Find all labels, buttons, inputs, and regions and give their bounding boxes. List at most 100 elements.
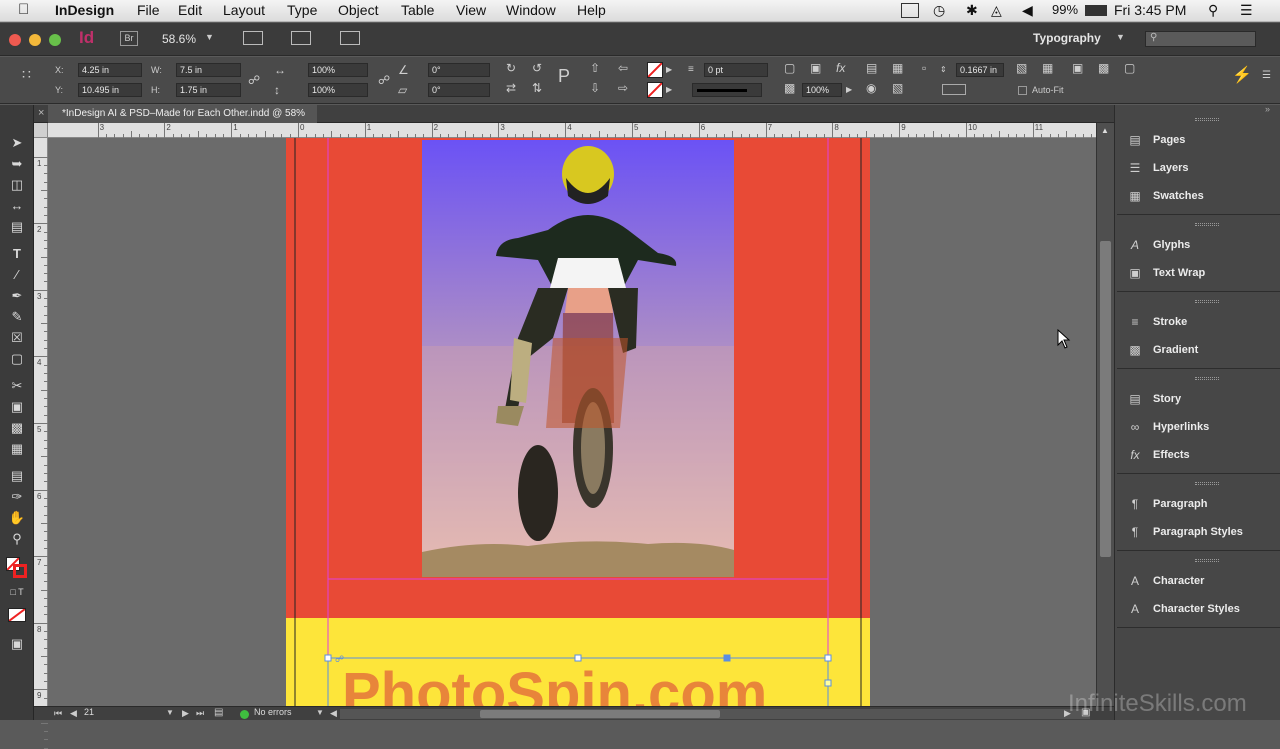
select-previous-icon[interactable]: ⇦ [618, 61, 628, 75]
selection-handle-mr[interactable] [824, 679, 832, 687]
screen-mode-tool-icon[interactable]: ▣ [7, 635, 27, 653]
pasteboard[interactable]: PhotoSpin.com ☍ [48, 138, 1096, 706]
minimize-window-button[interactable] [29, 34, 41, 46]
hand-tool-icon[interactable]: ✋ [7, 509, 27, 527]
quick-apply-icon[interactable]: ⚡ [1232, 68, 1252, 84]
stroke-weight-field[interactable]: 0 pt [704, 63, 768, 77]
gap-tool-icon[interactable]: ↔ [7, 197, 27, 215]
frame-fitting-2-icon[interactable]: ▣ [810, 61, 821, 75]
panel-item-character[interactable]: A Character [1117, 568, 1280, 594]
menu-edit[interactable]: Edit [178, 2, 202, 18]
panel-item-pages[interactable]: ▤ Pages [1117, 127, 1280, 153]
open-document-page-icon[interactable]: ▤ [214, 707, 223, 718]
ruler-origin[interactable] [34, 123, 48, 138]
dock-collapse-icon[interactable]: » [1265, 104, 1270, 114]
scroll-up-icon[interactable]: ▲ [1101, 126, 1109, 135]
menu-help[interactable]: Help [577, 2, 606, 18]
zoom-level[interactable]: 58.6% [162, 32, 196, 46]
preflight-dropdown-icon[interactable]: ▼ [316, 708, 324, 717]
free-transform-tool-icon[interactable]: ▣ [7, 398, 27, 416]
stroke-type-select[interactable] [692, 83, 762, 97]
workspace-switcher[interactable]: Typography [1033, 31, 1101, 45]
rotate-ccw-icon[interactable]: ↺ [532, 61, 542, 75]
text-out-port[interactable] [723, 654, 731, 662]
stroke-swatch[interactable] [647, 82, 663, 98]
previous-page-icon[interactable]: ◀ [70, 708, 77, 719]
panel-group-grip[interactable] [1195, 300, 1219, 303]
horizontal-ruler[interactable]: 3 2 1 0 1 2 3 4 5 6 7 8 9 10 11 [48, 123, 1096, 138]
panel-item-paragraph[interactable]: ¶ Paragraph [1117, 491, 1280, 517]
stroke-proxy-icon[interactable] [13, 564, 27, 578]
fit-content-frame-icon[interactable]: ▧ [1016, 61, 1027, 75]
panel-item-character-styles[interactable]: A Character Styles [1117, 596, 1280, 622]
note-tool-icon[interactable]: ▤ [7, 467, 27, 485]
menu-layout[interactable]: Layout [223, 2, 265, 18]
horizontal-scrollbar[interactable] [340, 709, 1090, 719]
zoom-window-button[interactable] [49, 34, 61, 46]
select-container-icon[interactable]: ⇧ [590, 61, 600, 75]
selection-handle-tl[interactable] [324, 654, 332, 662]
vertical-scrollbar[interactable]: ▲ [1096, 123, 1114, 706]
pencil-tool-icon[interactable]: ✎ [7, 308, 27, 326]
opacity-field[interactable]: 100% [802, 83, 842, 97]
text-wrap-none-icon[interactable]: ▤ [866, 61, 877, 75]
corner-shape-select[interactable] [942, 84, 966, 95]
help-search-input[interactable]: ⚲ [1145, 31, 1256, 47]
line-tool-icon[interactable]: ∕ [7, 266, 27, 284]
arrange-documents-button[interactable] [340, 31, 360, 45]
page-tool-icon[interactable]: ◫ [7, 176, 27, 194]
preflight-status-text[interactable]: No errors [254, 707, 292, 717]
menubar-clock[interactable]: Fri 3:45 PM [1114, 2, 1186, 18]
direct-selection-tool-icon[interactable]: ➥ [7, 155, 27, 173]
fill-dropdown-icon[interactable]: ▶ [666, 63, 672, 77]
time-machine-icon[interactable]: ◷ [933, 2, 945, 19]
rectangle-tool-icon[interactable]: ▢ [7, 350, 27, 368]
width-field[interactable]: 7.5 in [176, 63, 241, 77]
menu-view[interactable]: View [456, 2, 486, 18]
next-page-icon[interactable]: ▶ [182, 708, 189, 719]
type-tool-icon[interactable]: T [7, 245, 27, 263]
battery-icon[interactable] [1085, 5, 1107, 16]
panel-item-story[interactable]: ▤ Story [1117, 386, 1280, 412]
select-content-icon[interactable]: ⇩ [590, 81, 600, 95]
fill-swatch[interactable] [647, 62, 663, 78]
stroke-dropdown-icon[interactable]: ▶ [666, 83, 672, 97]
zoom-dropdown-icon[interactable]: ▼ [205, 32, 214, 42]
offset-stepper-icon[interactable]: ⇕ [940, 63, 947, 77]
height-field[interactable]: 1.75 in [176, 83, 241, 97]
control-panel-menu-icon[interactable]: ☰ [1262, 69, 1271, 83]
menu-object[interactable]: Object [338, 2, 378, 18]
view-options-button[interactable] [243, 31, 263, 45]
panel-item-effects[interactable]: fx Effects [1117, 442, 1280, 468]
selection-handle-tm[interactable] [574, 654, 582, 662]
vertical-ruler[interactable]: 1 2 3 4 5 6 7 8 9 [34, 123, 48, 749]
panel-item-paragraph-styles[interactable]: ¶ Paragraph Styles [1117, 519, 1280, 545]
scissors-tool-icon[interactable]: ✂ [7, 377, 27, 395]
text-wrap-jump-icon[interactable]: ▧ [892, 81, 903, 95]
scale-x-field[interactable]: 100% [308, 63, 368, 77]
panel-item-hyperlinks[interactable]: ∞ Hyperlinks [1117, 414, 1280, 440]
text-wrap-shape-icon[interactable]: ◉ [866, 81, 876, 95]
y-field[interactable]: 10.495 in [78, 83, 142, 97]
pen-tool-icon[interactable]: ✒ [7, 287, 27, 305]
rectangle-frame-tool-icon[interactable]: ☒ [7, 329, 27, 347]
zoom-tool-icon[interactable]: ⚲ [7, 530, 27, 548]
display-icon[interactable] [901, 3, 919, 18]
apply-none-icon[interactable] [8, 608, 26, 622]
headline-text[interactable]: PhotoSpin.com [342, 661, 767, 706]
panel-group-grip[interactable] [1195, 482, 1219, 485]
spotlight-icon[interactable]: ⚲ [1208, 2, 1218, 19]
fit-frame-content-icon[interactable]: ▦ [1042, 61, 1053, 75]
constrain-scale-icon[interactable]: ☍ [378, 73, 390, 87]
menu-file[interactable]: File [137, 2, 160, 18]
selection-tool-icon[interactable]: ➤ [7, 134, 27, 152]
document-tab[interactable]: *InDesign AI & PSD–Made for Each Other.i… [48, 105, 318, 123]
panel-group-grip[interactable] [1195, 223, 1219, 226]
shear-field[interactable]: 0° [428, 83, 490, 97]
screen-mode-button[interactable] [291, 31, 311, 45]
wifi-icon[interactable]: ◬ [991, 2, 1002, 19]
close-tab-icon[interactable]: × [38, 107, 44, 119]
frame-fitting-1-icon[interactable]: ▢ [784, 61, 795, 75]
center-content-icon[interactable]: ▣ [1072, 61, 1083, 75]
close-window-button[interactable] [9, 34, 21, 46]
